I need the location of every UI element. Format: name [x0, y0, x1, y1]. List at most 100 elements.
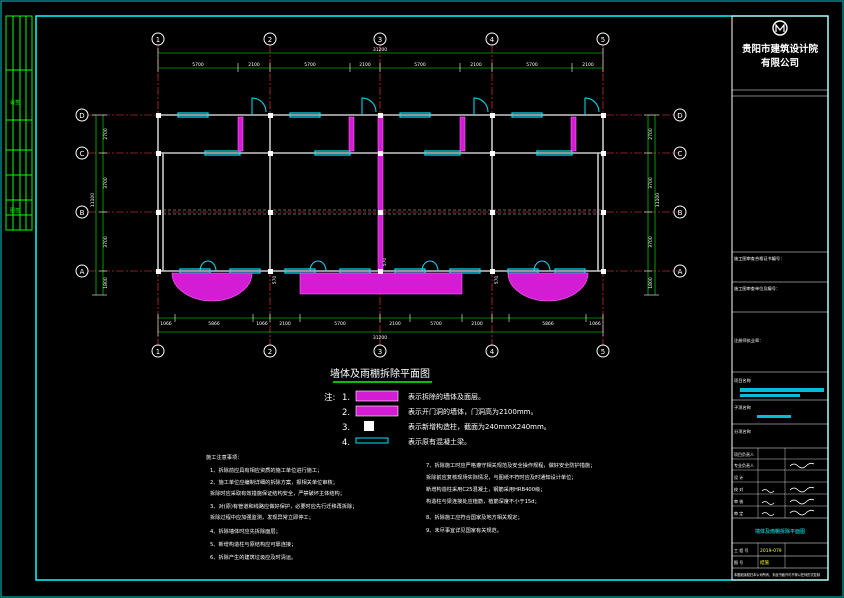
legend-num-2: 2.	[342, 408, 350, 418]
construction-notes: 施工注意事项： 1、拆除前应具有相应资质的施工单位进行施工； 2、施工单位应编制…	[206, 453, 595, 561]
notes-heading: 施工注意事项：	[206, 453, 242, 461]
copyright-footer: 本图纸版权归本公司所有，未经书面许可不得以任何形式复制	[734, 572, 820, 577]
legend: 注: 1. 表示拆除的墙体及面层。 2. 表示开门洞的墙体，门洞高为2100mm…	[324, 390, 551, 448]
axis-row-C-right: C	[678, 150, 683, 158]
axis-col-3-top: 3	[378, 36, 382, 44]
dim-right-total: 11100	[655, 193, 661, 207]
dim-local-570-right: 570	[494, 276, 500, 285]
dim-top-seg-7: 5700	[526, 62, 538, 68]
company-logo-icon	[772, 20, 788, 36]
dim-top-total: 31200	[373, 47, 387, 53]
dim-top-seg-1: 5700	[192, 62, 204, 68]
registered-stamp-label: 注册师执业章：	[734, 337, 763, 344]
project-name-label: 项目名称	[734, 377, 751, 384]
legend-num-1: 1.	[342, 393, 350, 403]
dim-local-570-left: 570	[272, 276, 278, 285]
note-right-1: 7、拆除施工时应严格遵守相关规范及安全操作规程，做好安全防护措施；	[426, 461, 595, 469]
legend-text-3: 表示新增构造柱，截面为240mmX240mm。	[408, 422, 551, 431]
axis-row-A-left: A	[80, 268, 85, 276]
sub-project-label: 子项名称	[734, 404, 751, 411]
axis-col-1-bottom: 1	[156, 348, 160, 356]
axis-col-3-bottom: 3	[378, 348, 382, 356]
review-cert-label: 施工图审查合格证书编号：	[734, 255, 784, 262]
dim-bottom-seg-1: 1066	[160, 321, 172, 327]
dim-left-seg-1: 2700	[103, 128, 109, 140]
axis-col-2-top: 2	[268, 36, 272, 44]
axis-col-4-top: 4	[490, 36, 495, 44]
legend-num-4: 4.	[342, 438, 350, 448]
legend-swatch-door-opening	[355, 405, 399, 417]
note-left-4: 3、对(原)有管道和线路应做好保护，必要时应先行迁移再拆除；	[210, 502, 357, 510]
dim-bottom-seg-2: 5866	[208, 321, 220, 327]
dim-top-seg-5: 5700	[414, 62, 426, 68]
note-right-6: 9、未尽事宜详见国家有关规范。	[426, 526, 502, 534]
dim-bottom-seg-9: 5866	[542, 321, 554, 327]
project-no-value: 2019-079	[760, 548, 782, 554]
sheet-outer-border	[0, 0, 844, 598]
dim-top-seg-8: 2100	[582, 62, 594, 68]
strip-label-title: 图签	[10, 207, 20, 214]
legend-swatch-existing-beam	[355, 437, 389, 444]
dim-left-total: 11100	[90, 193, 96, 207]
legend-prefix: 注:	[324, 392, 335, 403]
role-discipline-lead: 专业负责人	[734, 462, 754, 468]
dim-top-seg-2: 2100	[248, 62, 260, 68]
role-approver: 审 定	[734, 510, 743, 516]
note-left-6: 4、拆除墙体时应先拆除面层；	[210, 527, 281, 535]
note-left-2: 2、施工单位应编制详细的拆除方案，报相关单位审核；	[210, 478, 338, 486]
dim-left-seg-4: 1800	[103, 277, 109, 289]
left-binding-strip	[5, 15, 33, 231]
note-right-2: 拆除前应复核现场实际情况，与图纸不符时应及时通知设计单位；	[426, 473, 576, 481]
drawing-title: 墙体及雨棚拆除平面图	[330, 367, 430, 380]
dim-left-seg-3: 3700	[103, 236, 109, 248]
note-left-5: 拆除过程中应加强监测，发现异常立即停工；	[210, 513, 314, 521]
axis-col-5-top: 5	[601, 36, 605, 44]
drawing-no-value: 结施	[760, 559, 769, 566]
signature-marks	[761, 462, 815, 516]
role-checker: 校 对	[734, 486, 743, 492]
dim-bottom-total: 31200	[373, 335, 387, 341]
role-project-lead: 项目负责人	[734, 451, 754, 457]
axis-col-5-bottom: 5	[601, 348, 605, 356]
axis-lines	[88, 45, 680, 345]
axis-row-D-left: D	[79, 112, 84, 120]
dim-bottom-seg-3: 1066	[256, 321, 268, 327]
role-designer: 设 计	[734, 474, 743, 480]
legend-swatch-new-column	[364, 421, 374, 431]
axis-col-2-bottom: 2	[268, 348, 272, 356]
review-unit-label: 施工图审查单位及编号：	[734, 285, 780, 292]
note-left-3: 拆除时应采取有效措施保证结构安全，严禁破坏主体结构；	[210, 489, 345, 497]
dim-right-seg-4: 1800	[648, 277, 654, 289]
dim-bottom-seg-4: 2100	[279, 321, 291, 327]
cad-drawing-canvas: 会签 图签 贵阳市建筑设计院 有限公司 施工图审查合格证书编号： 施工图审查单位…	[0, 0, 844, 598]
dim-left-seg-2: 3700	[103, 177, 109, 189]
company-name-line1: 贵阳市建筑设计院	[742, 43, 819, 55]
role-reviewer: 审 核	[734, 498, 743, 504]
company-name-line2: 有限公司	[761, 57, 799, 69]
note-left-1: 1、拆除前应具有相应资质的施工单位进行施工；	[210, 466, 322, 474]
axis-col-4-bottom: 4	[490, 348, 495, 356]
dim-right-seg-2: 3700	[648, 177, 654, 189]
dim-bottom-seg-8: 2100	[471, 321, 483, 327]
axis-row-A-right: A	[678, 268, 683, 276]
axis-row-B-left: B	[80, 209, 85, 217]
legend-swatch-demolish	[355, 390, 399, 402]
legend-text-2: 表示开门洞的墙体，门洞高为2100mm。	[408, 407, 537, 416]
axis-row-C-left: C	[80, 150, 85, 158]
axis-row-B-right: B	[678, 209, 683, 217]
role-rows: 项目负责人 专业负责人 设 计 校 对 审 核 审 定	[734, 451, 754, 516]
dim-bottom-seg-7: 5700	[430, 321, 442, 327]
dim-top-seg-4: 2100	[359, 62, 371, 68]
legend-text-4: 表示原有混凝土梁。	[408, 437, 471, 446]
note-right-5: 8、拆除施工应符合国家及地方相关规定；	[426, 513, 523, 521]
legend-text-1: 表示拆除的墙体及面层。	[408, 392, 485, 401]
dimension-texts: 31200 5700 2100 5700 2100 5700 2100 5700…	[90, 47, 661, 341]
axis-col-1-top: 1	[156, 36, 160, 44]
dim-top-seg-3: 5700	[304, 62, 316, 68]
floor-plan	[156, 97, 606, 302]
dim-bottom-seg-6: 2100	[389, 321, 401, 327]
sheet-section-label: 分项名称	[734, 428, 751, 435]
title-block	[731, 15, 829, 581]
dim-bottom-seg-10: 1066	[589, 321, 601, 327]
sheet-inner-border	[35, 15, 829, 581]
